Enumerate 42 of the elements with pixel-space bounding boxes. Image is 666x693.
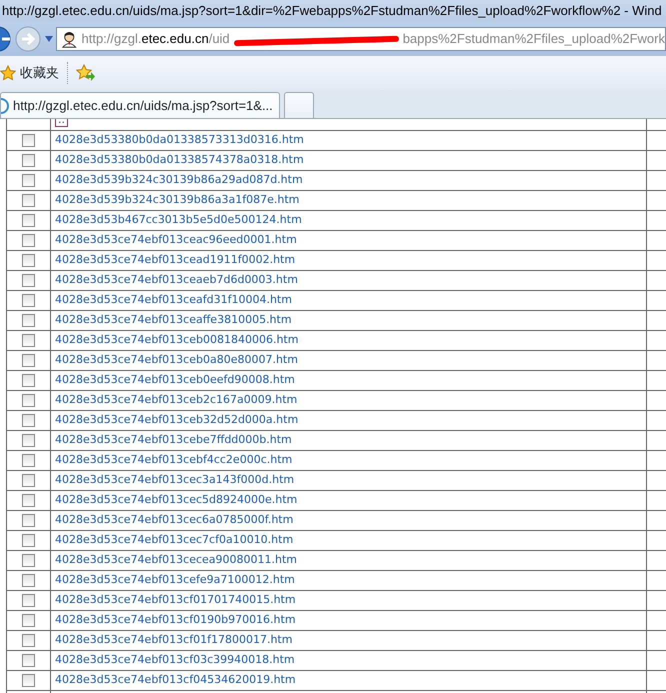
checkbox[interactable] xyxy=(22,534,35,547)
checkbox[interactable] xyxy=(22,494,35,507)
checkbox[interactable] xyxy=(22,234,35,247)
checkbox[interactable] xyxy=(22,674,35,687)
checkbox[interactable] xyxy=(22,254,35,267)
address-field[interactable]: http://gzgl.etec.edu.cn/uid bapps%2Fstudman%2Ffiles_upload%2Fwork xyxy=(56,27,666,51)
checkbox[interactable] xyxy=(22,174,35,187)
person-icon xyxy=(61,30,78,48)
checkbox[interactable] xyxy=(22,654,35,667)
star-icon xyxy=(0,65,16,81)
add-favorite-icon[interactable] xyxy=(76,64,96,82)
checkbox[interactable] xyxy=(22,634,35,647)
checkbox[interactable] xyxy=(22,614,35,627)
window-title: http://gzgl.etec.edu.cn/uids/ma.jsp?sort=1&dir=%2Fwebapps%2Fstudman%2Ffiles_upload%2Fworkflow%2 - Wind xyxy=(0,0,666,22)
checkbox[interactable] xyxy=(22,154,35,167)
checkbox[interactable] xyxy=(22,374,35,387)
checkbox[interactable] xyxy=(22,354,35,367)
checkbox[interactable] xyxy=(22,594,35,607)
checkbox[interactable] xyxy=(22,274,35,287)
checkbox[interactable] xyxy=(22,334,35,347)
new-tab-button[interactable] xyxy=(284,92,314,118)
checkbox[interactable] xyxy=(22,554,35,567)
dropdown-icon[interactable] xyxy=(44,35,54,43)
checkbox[interactable] xyxy=(22,134,35,147)
browser-tab[interactable]: http://gzgl.etec.edu.cn/uids/ma.jsp?sort=1&... xyxy=(0,92,280,118)
favorites-button[interactable]: 收藏夹 xyxy=(0,63,59,83)
loading-icon xyxy=(1,98,9,114)
checkbox[interactable] xyxy=(22,394,35,407)
parent-folder-link[interactable]: .. xyxy=(55,119,68,128)
checkbox[interactable] xyxy=(22,454,35,467)
checkbox[interactable] xyxy=(22,414,35,427)
checkbox[interactable] xyxy=(22,314,35,327)
checkbox[interactable] xyxy=(22,514,35,527)
checkbox[interactable] xyxy=(22,434,35,447)
checkbox[interactable] xyxy=(22,474,35,487)
checkbox[interactable] xyxy=(22,214,35,227)
checkbox[interactable] xyxy=(22,574,35,587)
url-text: bapps%2Fstudman%2Ffiles_upload%2Fwork xyxy=(402,30,665,48)
back-icon[interactable] xyxy=(0,26,12,52)
checkbox[interactable] xyxy=(22,294,35,307)
checkbox[interactable] xyxy=(22,194,35,207)
url-text: http://gzgl.etec.edu.cn/uid xyxy=(82,30,230,48)
